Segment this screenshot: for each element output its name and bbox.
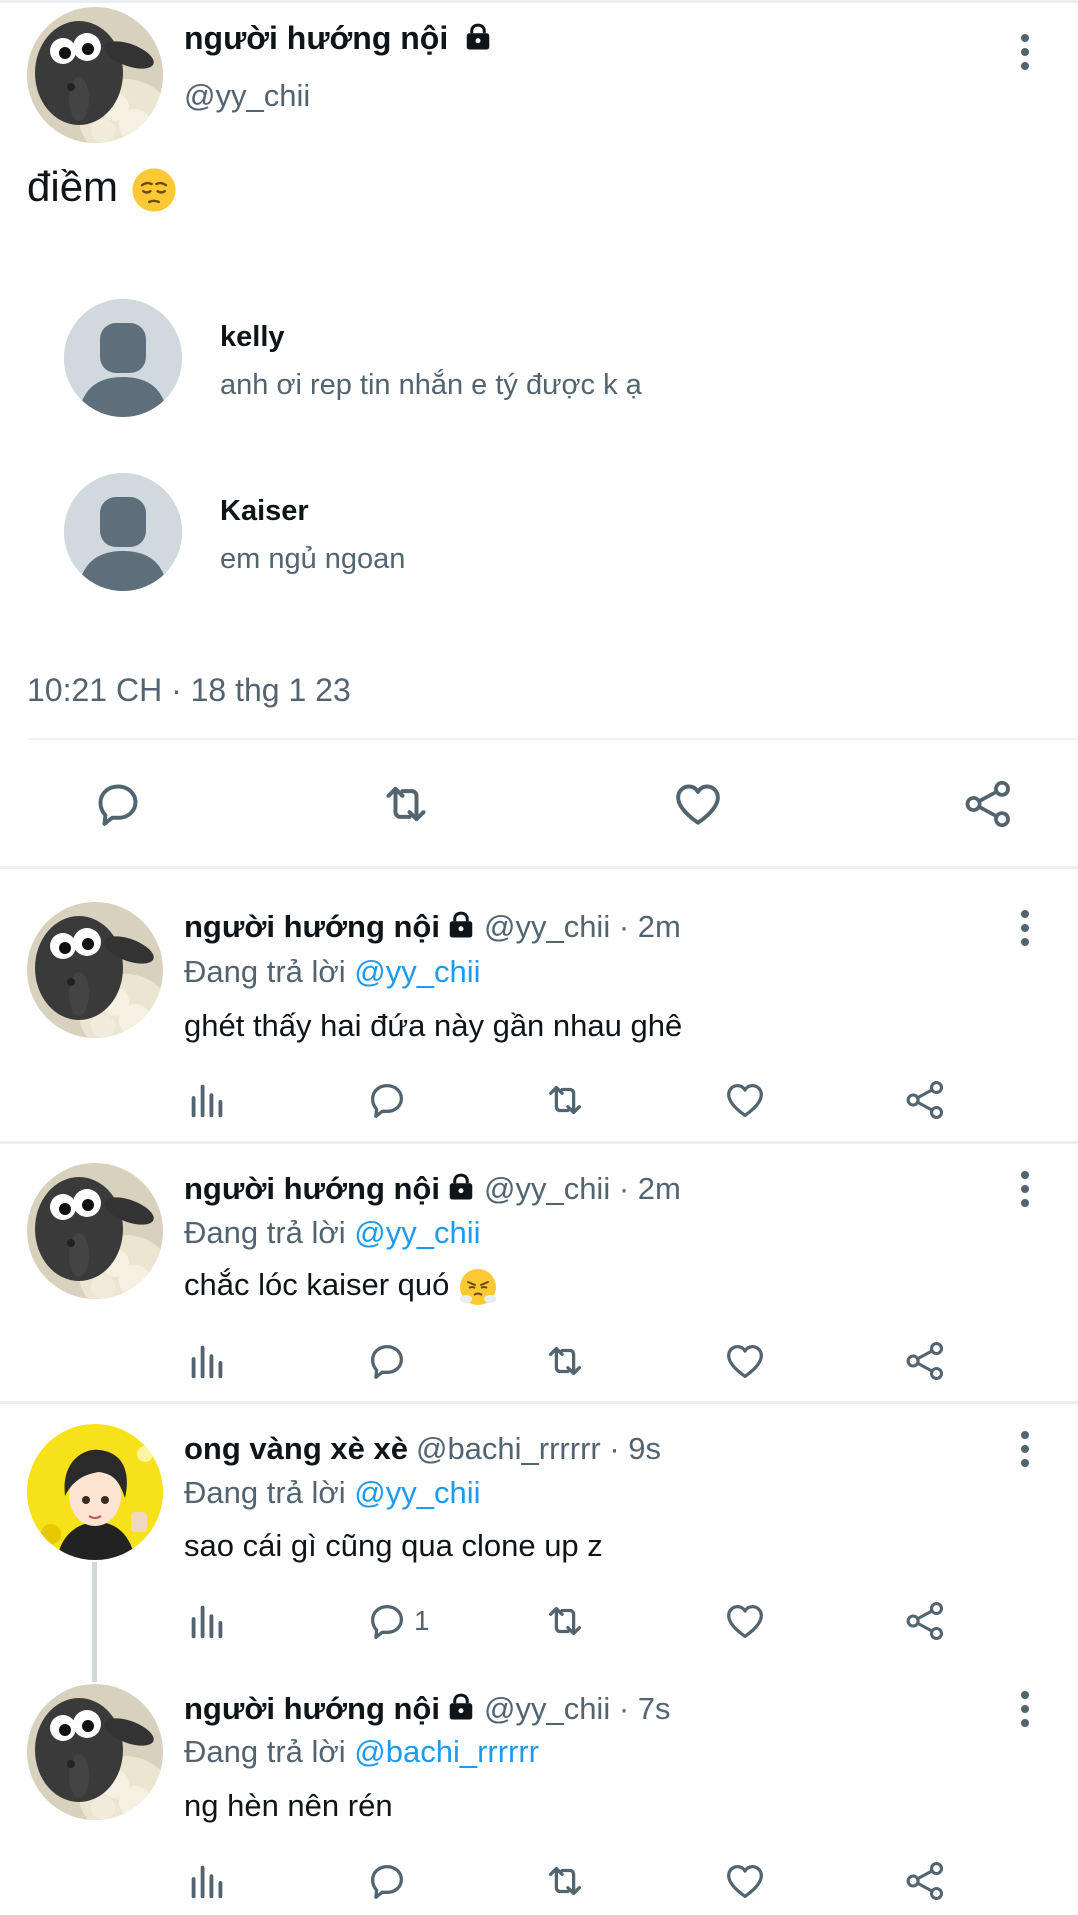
- share-icon[interactable]: [902, 1077, 948, 1123]
- reply-actions: [184, 1858, 964, 1908]
- like-heart-icon[interactable]: [722, 1077, 768, 1123]
- lock-icon: [446, 1692, 476, 1722]
- default-avatar-icon: [64, 299, 182, 417]
- share-icon[interactable]: [902, 1858, 948, 1904]
- reply-header: ong vàng xè xè @bachi_rrrrrr · 9s: [184, 1431, 661, 1467]
- reply-handle-time[interactable]: @bachi_rrrrrr · 9s: [416, 1431, 661, 1466]
- reply-header: người hướng nội @yy_chii · 2m: [184, 1171, 681, 1207]
- reply-author-name[interactable]: người hướng nội: [184, 1171, 440, 1206]
- reply-tweet[interactable]: ong vàng xè xè @bachi_rrrrrr · 9s Đang tr…: [0, 1401, 1078, 1661]
- like-heart-icon[interactable]: [722, 1338, 768, 1384]
- replying-to-label: Đang trả lời: [184, 1475, 346, 1510]
- replying-to: Đang trả lời @yy_chii: [184, 1215, 480, 1251]
- lock-icon: [446, 910, 476, 940]
- replying-to-mention[interactable]: @yy_chii: [354, 1215, 480, 1250]
- reply-handle-time[interactable]: @yy_chii · 7s: [484, 1691, 671, 1726]
- reply-tweet[interactable]: người hướng nội @yy_chii · 2m Đang trả lờ…: [0, 1141, 1078, 1401]
- reply-tweet[interactable]: người hướng nội @yy_chii · 2m Đang trả lờ…: [0, 866, 1078, 1142]
- contact-name: Kaiser: [220, 495, 309, 527]
- analytics-icon[interactable]: [184, 1077, 230, 1123]
- contact-card: Kaiser em ngủ ngoan: [64, 473, 864, 593]
- divider: [27, 738, 1078, 740]
- reply-icon[interactable]: [90, 776, 146, 832]
- more-vertical-icon[interactable]: [1019, 1171, 1031, 1211]
- reply-actions: [184, 1077, 964, 1127]
- retweet-icon[interactable]: [378, 776, 434, 832]
- reply-handle-time[interactable]: @yy_chii · 2m: [484, 909, 681, 944]
- replying-to-mention[interactable]: @yy_chii: [354, 1475, 480, 1510]
- reply-header: người hướng nội @yy_chii · 2m: [184, 909, 681, 945]
- default-avatar-icon: [64, 473, 182, 591]
- author-handle[interactable]: @yy_chii: [184, 78, 310, 114]
- reply-text: ng hèn nên rén: [184, 1788, 393, 1823]
- more-vertical-icon[interactable]: [1019, 1431, 1031, 1471]
- reply-avatar[interactable]: [27, 1684, 163, 1820]
- reply-text: chắc lóc kaiser quó: [184, 1267, 450, 1303]
- author-name-row[interactable]: người hướng nội: [184, 20, 493, 57]
- lock-icon: [463, 22, 493, 52]
- replying-to-label: Đang trả lời: [184, 1215, 346, 1250]
- steam-face-emoji-icon: [458, 1267, 498, 1307]
- replying-to-label: Đang trả lời: [184, 954, 346, 989]
- reply-avatar[interactable]: [27, 1424, 163, 1560]
- reply-author-name[interactable]: người hướng nội: [184, 909, 440, 944]
- reply-icon[interactable]: [364, 1858, 410, 1904]
- analytics-icon[interactable]: [184, 1338, 230, 1384]
- analytics-icon[interactable]: [184, 1598, 230, 1644]
- replying-to: Đang trả lời @bachi_rrrrrr: [184, 1734, 539, 1770]
- tweet-text: điềm: [27, 163, 119, 210]
- reply-actions: [184, 1338, 964, 1388]
- tweet-timestamp[interactable]: 10:21 CH · 18 thg 1 23: [27, 672, 351, 709]
- more-vertical-icon[interactable]: [1019, 1691, 1031, 1731]
- reply-icon[interactable]: [364, 1338, 410, 1384]
- contact-name: kelly: [220, 321, 285, 353]
- share-icon[interactable]: [960, 776, 1016, 832]
- like-heart-icon[interactable]: [670, 776, 726, 832]
- contact-card: kelly anh ơi rep tin nhắn e tý được k ạ: [64, 299, 864, 419]
- reply-text-row: chắc lóc kaiser quó: [184, 1267, 498, 1307]
- reply-icon[interactable]: [364, 1598, 410, 1644]
- replying-to: Đang trả lời @yy_chii: [184, 1475, 480, 1511]
- tweet-text-row: điềm: [27, 163, 178, 214]
- replying-to-mention[interactable]: @bachi_rrrrrr: [354, 1734, 539, 1769]
- like-heart-icon[interactable]: [722, 1598, 768, 1644]
- reply-text: ghét thấy hai đứa này gần nhau ghê: [184, 1008, 683, 1043]
- more-vertical-icon[interactable]: [1019, 34, 1031, 74]
- author-name[interactable]: người hướng nội: [184, 20, 448, 56]
- lock-icon: [446, 1172, 476, 1202]
- contact-message: em ngủ ngoan: [220, 543, 406, 575]
- pensive-face-emoji-icon: [130, 166, 178, 214]
- reply-author-name[interactable]: ong vàng xè xè: [184, 1431, 408, 1466]
- retweet-icon[interactable]: [542, 1338, 588, 1384]
- reply-handle-time[interactable]: @yy_chii · 2m: [484, 1171, 681, 1206]
- reply-tweet[interactable]: người hướng nội @yy_chii · 7s Đang trả lờ…: [0, 1661, 1078, 1915]
- main-tweet: người hướng nội @yy_chii điềm kelly anh …: [0, 0, 1078, 866]
- analytics-icon[interactable]: [184, 1858, 230, 1904]
- replying-to-label: Đang trả lời: [184, 1734, 346, 1769]
- reply-text: sao cái gì cũng qua clone up z: [184, 1528, 603, 1563]
- like-heart-icon[interactable]: [722, 1858, 768, 1904]
- more-vertical-icon[interactable]: [1019, 910, 1031, 950]
- reply-header: người hướng nội @yy_chii · 7s: [184, 1691, 671, 1727]
- retweet-icon[interactable]: [542, 1598, 588, 1644]
- retweet-icon[interactable]: [542, 1858, 588, 1904]
- reply-avatar[interactable]: [27, 902, 163, 1038]
- replying-to-mention[interactable]: @yy_chii: [354, 954, 480, 989]
- reply-author-name[interactable]: người hướng nội: [184, 1691, 440, 1726]
- contact-message: anh ơi rep tin nhắn e tý được k ạ: [220, 369, 642, 401]
- reply-icon[interactable]: [364, 1077, 410, 1123]
- reply-count: 1: [414, 1605, 430, 1636]
- replying-to: Đang trả lời @yy_chii: [184, 954, 480, 990]
- share-icon[interactable]: [902, 1598, 948, 1644]
- share-icon[interactable]: [902, 1338, 948, 1384]
- reply-avatar[interactable]: [27, 1163, 163, 1299]
- retweet-icon[interactable]: [542, 1077, 588, 1123]
- reply-actions: 1: [184, 1598, 964, 1648]
- author-avatar[interactable]: [27, 7, 163, 143]
